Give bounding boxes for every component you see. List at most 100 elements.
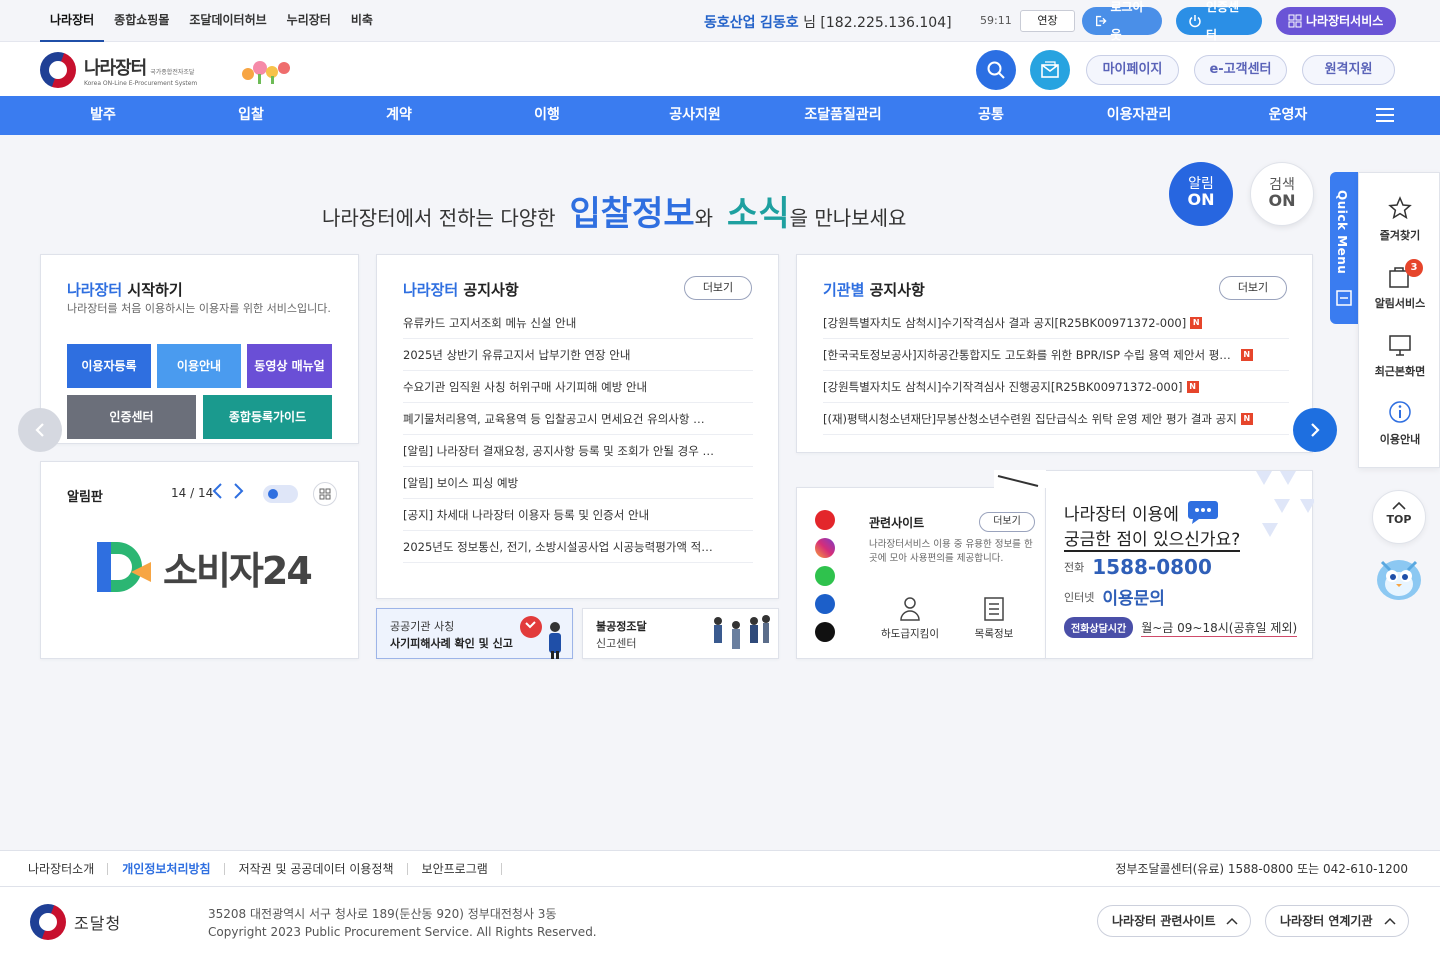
youtube-icon[interactable]: [815, 510, 835, 530]
fraud-report-banner[interactable]: 공공기관 사칭 사기피해사례 확인 및 신고: [376, 608, 573, 659]
related-title: 관련사이트: [869, 516, 925, 530]
subcontract-link[interactable]: 하도급지킴이: [875, 596, 945, 641]
remote-support-link[interactable]: 원격지원: [1302, 55, 1395, 85]
logo-subtitle-ko: 국가종합전자조달: [150, 68, 195, 76]
nav-performance[interactable]: 이행: [504, 96, 590, 135]
quick-guide[interactable]: 이용안내: [1359, 399, 1440, 447]
site-logo[interactable]: 나라장터 국가종합전자조달 Korea ON-Line E-Procuremen…: [40, 52, 197, 88]
footer-privacy-link[interactable]: 개인정보처리방침: [108, 851, 225, 887]
footer-security-link[interactable]: 보안프로그램: [408, 851, 503, 887]
fraud-line1: 공공기관 사칭: [390, 620, 455, 633]
slide-next-button[interactable]: [1293, 408, 1337, 452]
related-sites-select-label: 나라장터 관련사이트: [1112, 914, 1216, 928]
cert-center-card-button[interactable]: 인증센터: [67, 395, 196, 439]
agency-notice-item[interactable]: [강원특별자치도 삼척시]수기작격심사 결과 공지[R25BK00971372-…: [823, 307, 1289, 339]
related-desc: 나라장터서비스 이용 중 유용한 정보를 한 곳에 모아 사용편의를 제공합니다…: [869, 539, 1033, 564]
quick-menu-tab[interactable]: Quick Menu: [1330, 172, 1358, 324]
taeguk-logo-icon: [40, 52, 76, 88]
search-on-button[interactable]: 검색 ON: [1250, 162, 1314, 226]
quick-recent[interactable]: 최근본화면: [1359, 333, 1440, 379]
related-more-button[interactable]: 더보기: [979, 512, 1035, 532]
related-sites-select[interactable]: 나라장터 관련사이트: [1097, 905, 1251, 937]
notice-item[interactable]: 2025년 상반기 유류고지서 납부기한 연장 안내: [403, 339, 753, 371]
nav-user-mgmt[interactable]: 이용자관리: [1090, 96, 1188, 135]
help-phone-number[interactable]: 1588-0800: [1092, 555, 1212, 579]
logout-button[interactable]: 로그아웃: [1082, 0, 1162, 42]
quick-alert-service[interactable]: 3 알림서비스: [1359, 259, 1440, 311]
nav-quality[interactable]: 조달품질관리: [790, 96, 896, 135]
extend-session-button[interactable]: 연장: [1020, 10, 1075, 32]
notice-more-button[interactable]: 더보기: [684, 276, 752, 300]
tab-stockpile[interactable]: 비축: [341, 0, 383, 42]
instagram-icon[interactable]: [815, 538, 835, 558]
site-header: 나라장터 국가종합전자조달 Korea ON-Line E-Procuremen…: [0, 42, 1440, 96]
facebook-icon[interactable]: [815, 594, 835, 614]
scroll-top-button[interactable]: TOP: [1372, 490, 1426, 544]
notice-item[interactable]: [알림] 나라장터 결재요청, 공지사항 등록 및 조회가 안될 경우 …: [403, 435, 753, 467]
service-link-button[interactable]: 나라장터서비스: [1276, 7, 1396, 35]
board-grid-button[interactable]: [313, 482, 337, 506]
slide-prev-button[interactable]: [18, 408, 62, 452]
agency-notice-item[interactable]: [한국국토정보공사]지하공간통합지도 고도화를 위한 BPR/ISP 수립 용역…: [823, 339, 1289, 371]
blog-icon[interactable]: [815, 566, 835, 586]
help-hours: 월~금 09~18시(공휴일 제외): [1141, 620, 1298, 637]
notice-item[interactable]: 유류카드 고지서조회 메뉴 신설 안내: [403, 307, 753, 339]
linked-agencies-select[interactable]: 나라장터 연계기관: [1265, 905, 1409, 937]
agency-notice-text: [한국국토정보공사]지하공간통합지도 고도화를 위한 BPR/ISP 수립 용역…: [823, 347, 1231, 362]
chevron-right-icon: [234, 483, 244, 499]
related-sites-card: 관련사이트 더보기 나라장터서비스 이용 중 유용한 정보를 한 곳에 모아 사…: [796, 487, 1046, 659]
person-icon: [900, 597, 920, 621]
alert-on-button[interactable]: 알림 ON: [1169, 162, 1233, 226]
mail-button[interactable]: [1030, 50, 1070, 90]
help-inquiry-link[interactable]: 이용문의: [1102, 584, 1165, 609]
nav-contract[interactable]: 계약: [356, 96, 442, 135]
mypage-link[interactable]: 마이페이지: [1086, 55, 1179, 85]
notice-item[interactable]: 2025년도 정보통신, 전기, 소방시설공사업 시공능력평가액 적…: [403, 531, 753, 563]
menu-icon[interactable]: [1376, 108, 1394, 122]
footer-about-link[interactable]: 나라장터소개: [28, 851, 109, 887]
nav-order[interactable]: 발주: [60, 96, 146, 135]
footer-address-block: 35208 대전광역시 서구 청사로 189(둔산동 920) 정부대전청사 3…: [208, 905, 597, 941]
board-banner[interactable]: 소비자24: [91, 534, 313, 600]
agency-card-title: 기관별 공지사항: [823, 279, 925, 300]
video-manual-button[interactable]: 동영상 매뉴얼: [247, 344, 332, 388]
notice-item[interactable]: 폐기물처리용역, 교육용역 등 입찰공고시 면세요건 유의사항 …: [403, 403, 753, 435]
cert-center-button[interactable]: 인증센터: [1176, 0, 1262, 42]
unfair-report-banner[interactable]: 불공정조달 신고센터: [582, 608, 779, 659]
agency-more-button[interactable]: 더보기: [1219, 276, 1287, 300]
chatbot-button[interactable]: [1372, 552, 1426, 607]
catalog-link[interactable]: 목록정보: [959, 596, 1029, 641]
agency-notice-item[interactable]: [(재)평택시청소년재단]무봉산청소년수련원 집단급식소 위탁 운영 제안 평가…: [823, 403, 1289, 435]
nav-construction[interactable]: 공사지원: [652, 96, 738, 135]
notice-item[interactable]: [공지] 차세대 나라장터 이용자 등록 및 인증서 안내: [403, 499, 753, 531]
tab-data-hub[interactable]: 조달데이터허브: [179, 0, 276, 42]
user-suffix: 님: [803, 15, 816, 31]
tab-nuri[interactable]: 누리장터: [277, 0, 341, 42]
start-card-title-hl: 나라장터: [67, 281, 123, 299]
agency-notice-item[interactable]: [강원특별자치도 삼척시]수기작격심사 진행공지[R25BK00971372-0…: [823, 371, 1289, 403]
search-button[interactable]: [976, 50, 1016, 90]
help-phone-row: 전화 1588-0800: [1064, 555, 1212, 579]
social-links: [815, 510, 835, 642]
tab-narajangteo[interactable]: 나라장터: [40, 0, 105, 42]
board-prev-button[interactable]: [211, 482, 223, 503]
customer-center-link[interactable]: e-고객센터: [1194, 55, 1287, 85]
quick-favorites[interactable]: 즐겨찾기: [1359, 195, 1440, 243]
chatbot-mascot-icon: [1377, 560, 1421, 600]
x-icon[interactable]: [815, 622, 835, 642]
notice-item[interactable]: [알림] 보이스 피싱 예방: [403, 467, 753, 499]
nav-operator[interactable]: 운영자: [1245, 96, 1331, 135]
usage-guide-button[interactable]: 이용안내: [157, 344, 241, 388]
logo-title: 나라장터: [84, 57, 147, 79]
footer-copyright-link[interactable]: 저작권 및 공공데이터 이용정책: [225, 851, 408, 887]
nav-bid[interactable]: 입찰: [208, 96, 294, 135]
notice-item[interactable]: 수요기관 임직원 사칭 허위구매 사기피해 예방 안내: [403, 371, 753, 403]
board-next-button[interactable]: [233, 482, 245, 503]
board-autoplay-toggle[interactable]: [263, 485, 298, 503]
user-register-button[interactable]: 이용자등록: [67, 344, 151, 388]
registration-guide-button[interactable]: 종합등록가이드: [203, 395, 332, 439]
headline-word-news: 소식: [727, 194, 790, 234]
nav-common[interactable]: 공통: [948, 96, 1034, 135]
footer-info: 조달청 35208 대전광역시 서구 청사로 189(둔산동 920) 정부대전…: [0, 887, 1440, 954]
tab-shopping-mall[interactable]: 종합쇼핑몰: [104, 0, 179, 42]
